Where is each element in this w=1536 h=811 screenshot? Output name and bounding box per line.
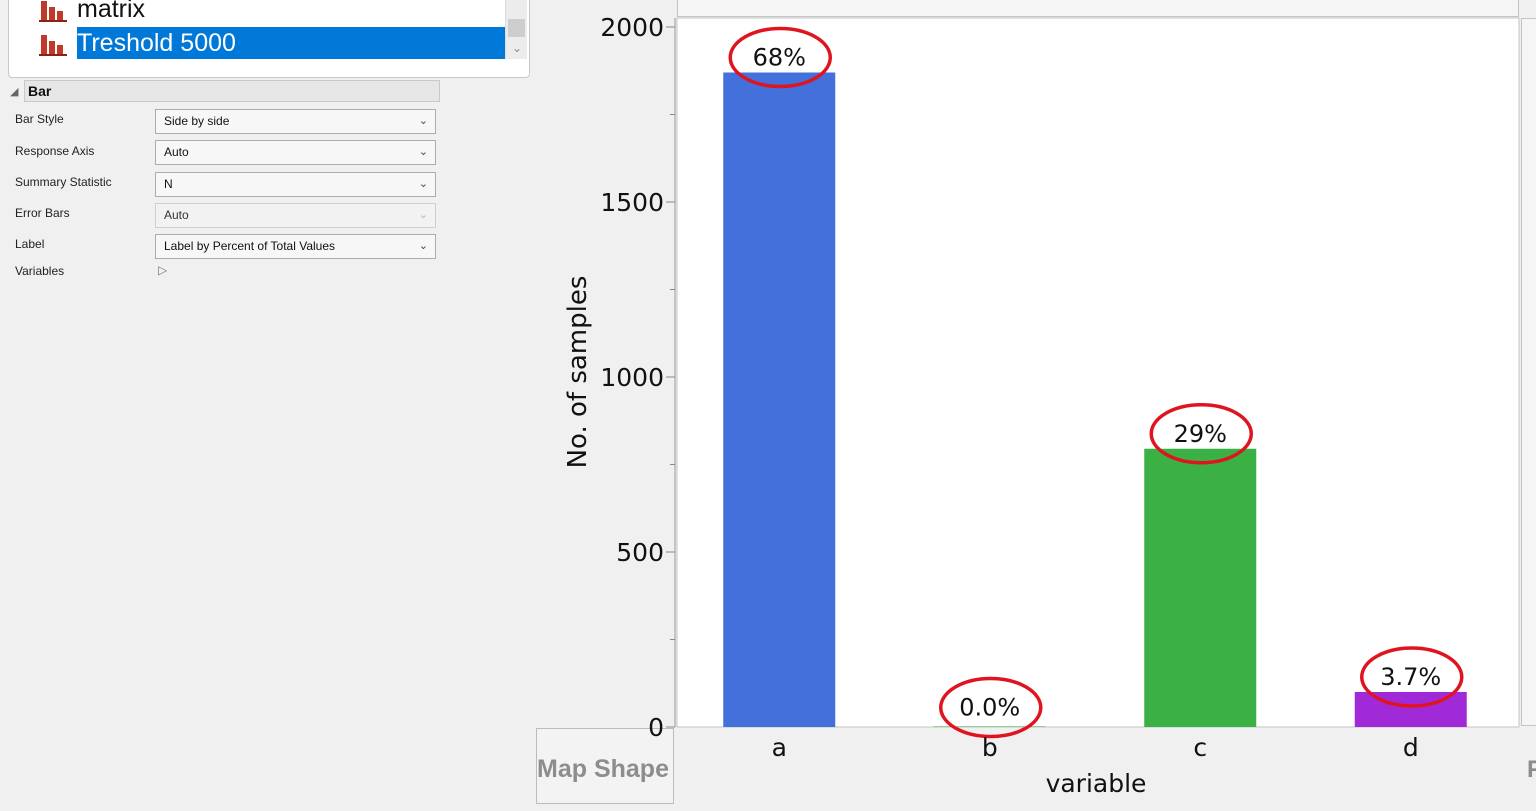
y-tick-label: 1000 [600,363,664,392]
y-tick-label: 0 [648,713,664,742]
y-tick-label: 2000 [600,13,664,42]
x-tick-label: d [1403,733,1419,762]
data-label-b: 0.0% [959,694,1020,722]
data-label-d: 3.7% [1380,663,1441,691]
x-tick-label: b [982,733,998,762]
x-axis-label: variable [1046,769,1147,798]
x-tick-label: a [772,733,787,762]
data-label-a: 68% [753,44,806,72]
bar-chart: 0 500 1000 1500 2000 68% 0.0% 29% 3.7% a b c d No.… [563,13,1520,798]
x-tick-label: c [1193,733,1207,762]
data-label-c: 29% [1174,420,1227,448]
y-tick-label: 500 [616,538,664,567]
y-axis: 0 500 1000 1500 2000 [600,13,675,742]
y-axis-label: No. of samples [563,276,593,469]
bar-c[interactable] [1144,448,1257,727]
x-axis: a b c d [772,733,1419,762]
bar-a[interactable] [723,72,836,728]
y-tick-label: 1500 [600,188,664,217]
